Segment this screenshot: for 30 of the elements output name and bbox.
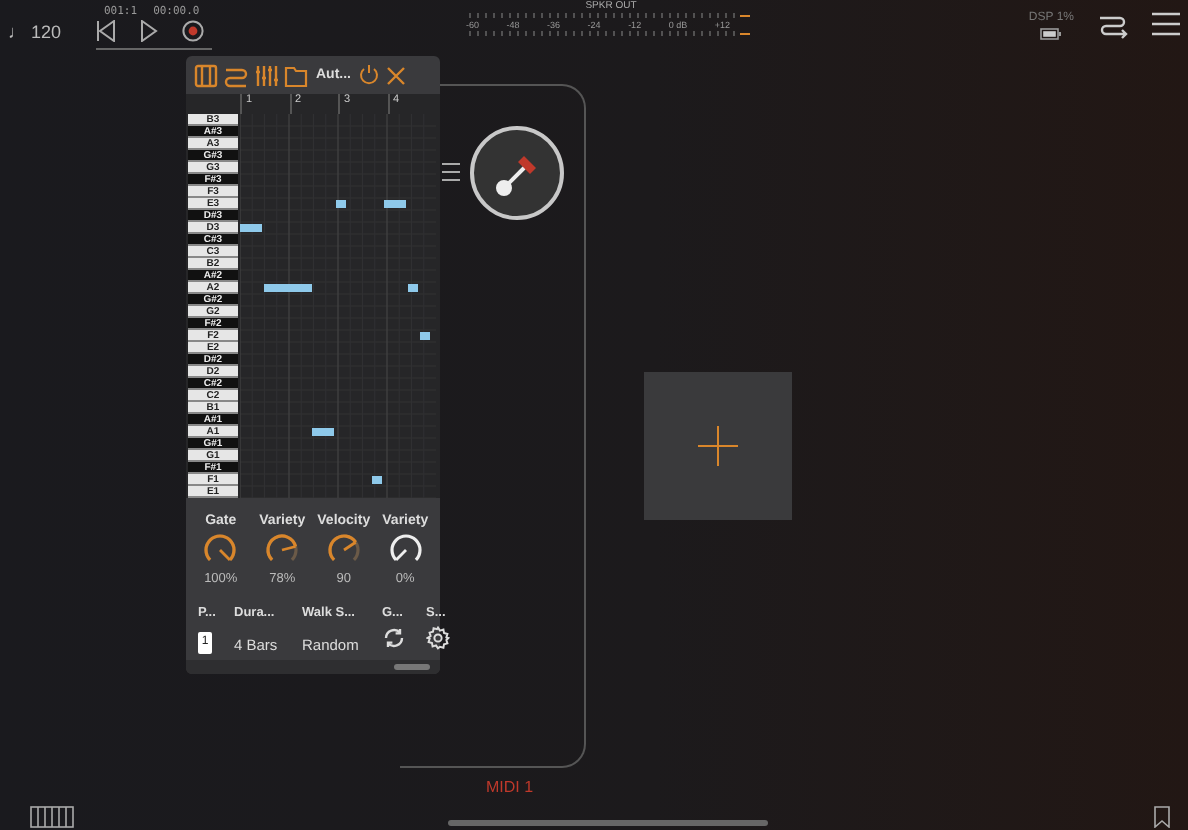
note-block[interactable] bbox=[372, 475, 383, 485]
drag-handle-icon[interactable] bbox=[442, 160, 460, 184]
piano-icon[interactable] bbox=[194, 63, 218, 88]
instrument-button[interactable] bbox=[470, 126, 564, 220]
keyboard-icon[interactable] bbox=[30, 806, 74, 828]
mixer-icon[interactable] bbox=[254, 63, 278, 88]
menu-icon[interactable] bbox=[1152, 12, 1180, 36]
loop-icon[interactable] bbox=[224, 63, 248, 88]
refresh-icon[interactable] bbox=[382, 626, 406, 651]
note-block[interactable] bbox=[408, 283, 418, 293]
track-name: MIDI 1 bbox=[486, 778, 534, 796]
bookmark-icon[interactable] bbox=[1154, 806, 1170, 828]
battery-icon bbox=[1040, 28, 1063, 40]
tempo[interactable]: ♩ 120 bbox=[8, 22, 96, 42]
note-block[interactable] bbox=[264, 283, 312, 293]
plus-icon bbox=[698, 426, 738, 466]
routing-icon[interactable] bbox=[1098, 12, 1128, 40]
note-block[interactable] bbox=[240, 223, 263, 233]
note-block[interactable] bbox=[336, 199, 346, 209]
close-icon[interactable] bbox=[385, 65, 405, 86]
play-icon[interactable] bbox=[140, 20, 158, 42]
settings-icon[interactable] bbox=[426, 626, 450, 651]
note-block[interactable] bbox=[312, 427, 335, 437]
power-icon[interactable] bbox=[357, 64, 379, 87]
note-block[interactable] bbox=[419, 331, 430, 341]
rewind-icon[interactable] bbox=[96, 20, 116, 42]
record-icon[interactable] bbox=[182, 20, 204, 42]
note-block[interactable] bbox=[384, 199, 407, 209]
resize-grip[interactable] bbox=[394, 664, 430, 671]
folder-icon[interactable] bbox=[284, 63, 308, 88]
